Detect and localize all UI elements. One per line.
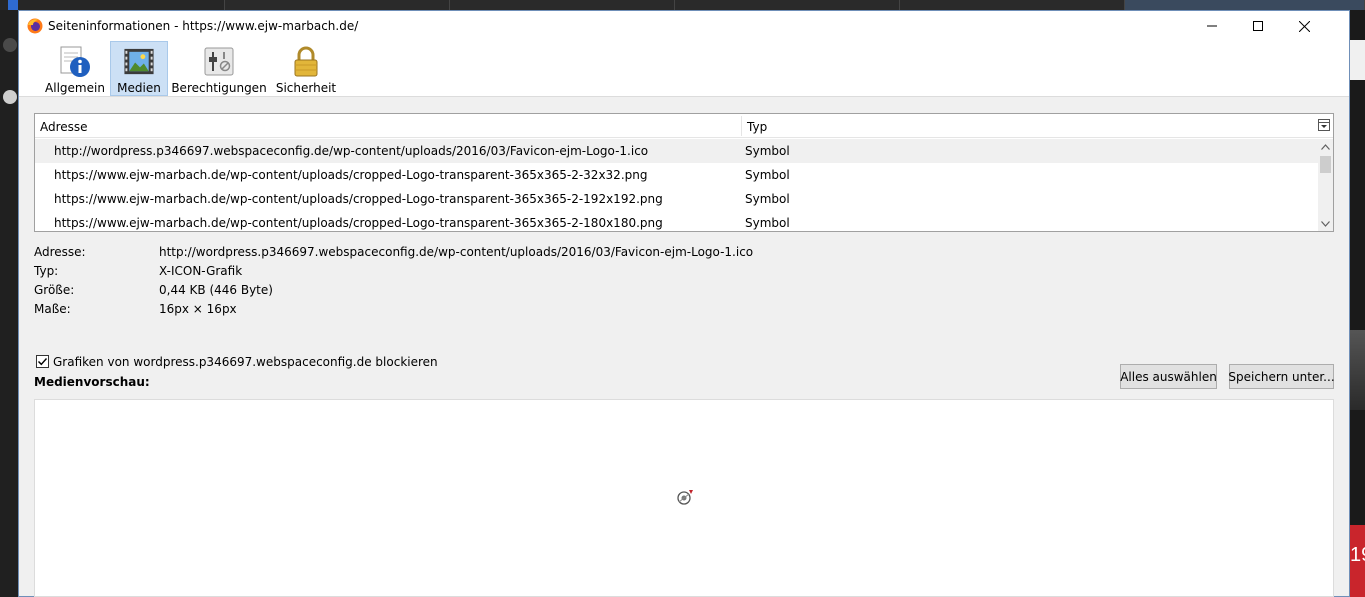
row-type: Symbol	[745, 192, 790, 206]
detail-dimensions-value: 16px × 16px	[159, 302, 237, 316]
chevron-up-icon	[1321, 143, 1330, 150]
row-address: https://www.ejw-marbach.de/wp-content/up…	[54, 168, 648, 182]
scroll-thumb[interactable]	[1320, 156, 1331, 173]
row-type: Symbol	[745, 216, 790, 230]
page-info-toolbar: Allgemein Medien Berechtigungen Sicherhe…	[19, 41, 1349, 97]
minimize-button[interactable]	[1189, 11, 1235, 41]
media-list-table[interactable]: Adresse Typ http://wordpress.p346697.web…	[34, 113, 1334, 232]
column-picker-icon[interactable]	[1318, 119, 1330, 131]
scroll-up-button[interactable]	[1318, 139, 1333, 154]
column-header-address[interactable]: Adresse	[40, 120, 88, 134]
maximize-button[interactable]	[1235, 11, 1281, 41]
media-preview-area	[34, 399, 1334, 597]
row-type: Symbol	[745, 144, 790, 158]
table-row[interactable]: https://www.ejw-marbach.de/wp-content/up…	[35, 211, 1318, 231]
block-images-label[interactable]: Grafiken von wordpress.p346697.webspacec…	[53, 355, 438, 369]
background-left-strip	[0, 10, 18, 597]
detail-address-value: http://wordpress.p346697.webspaceconfig.…	[159, 245, 754, 259]
select-all-button[interactable]: Alles auswählen	[1120, 364, 1217, 389]
minimize-icon	[1207, 25, 1217, 27]
table-header: Adresse Typ	[35, 114, 1333, 138]
detail-size: Größe: 0,44 KB (446 Byte)	[34, 283, 273, 297]
lock-icon	[294, 46, 318, 77]
title-bar[interactable]: Seiteninformationen - https://www.ejw-ma…	[19, 11, 1349, 41]
tab-media[interactable]: Medien	[110, 41, 168, 96]
row-address: https://www.ejw-marbach.de/wp-content/up…	[54, 192, 663, 206]
background-taskbar-strip	[0, 0, 1365, 10]
page-info-dialog: Seiteninformationen - https://www.ejw-ma…	[18, 10, 1350, 597]
block-images-checkbox[interactable]	[36, 355, 49, 368]
media-preview-label: Medienvorschau:	[34, 375, 150, 389]
info-icon	[60, 46, 90, 77]
detail-dimensions: Maße: 16px × 16px	[34, 302, 237, 316]
table-row[interactable]: https://www.ejw-marbach.de/wp-content/up…	[35, 187, 1318, 211]
window-title: Seiteninformationen - https://www.ejw-ma…	[48, 19, 359, 33]
table-row[interactable]: https://www.ejw-marbach.de/wp-content/up…	[35, 163, 1318, 187]
save-as-button[interactable]: Speichern unter...	[1228, 364, 1335, 389]
tab-general[interactable]: Allgemein	[43, 41, 107, 96]
tab-media-label: Medien	[117, 81, 161, 95]
detail-type-value: X-ICON-Grafik	[159, 264, 243, 278]
tab-security[interactable]: Sicherheit	[274, 41, 338, 96]
chevron-down-icon	[1321, 220, 1330, 227]
background-right-strip: 19	[1350, 10, 1365, 597]
row-address: https://www.ejw-marbach.de/wp-content/up…	[54, 216, 663, 230]
close-button[interactable]	[1281, 11, 1327, 41]
detail-type: Typ: X-ICON-Grafik	[34, 264, 243, 278]
tab-security-label: Sicherheit	[275, 81, 337, 95]
table-row[interactable]: http://wordpress.p346697.webspaceconfig.…	[35, 139, 1318, 163]
close-icon	[1298, 20, 1310, 32]
tab-permissions[interactable]: Berechtigungen	[171, 41, 267, 96]
firefox-icon	[27, 18, 43, 34]
background-red-badge: 19	[1350, 525, 1365, 597]
table-body: http://wordpress.p346697.webspaceconfig.…	[35, 139, 1318, 231]
detail-size-value: 0,44 KB (446 Byte)	[159, 283, 273, 297]
tab-permissions-label: Berechtigungen	[171, 81, 267, 95]
column-header-type[interactable]: Typ	[747, 120, 767, 134]
row-address: http://wordpress.p346697.webspaceconfig.…	[54, 144, 649, 158]
scroll-down-button[interactable]	[1318, 216, 1333, 231]
media-film-icon	[124, 48, 154, 75]
favicon-preview-image	[677, 490, 693, 505]
row-type: Symbol	[745, 168, 790, 182]
tab-general-label: Allgemein	[45, 81, 105, 95]
checkmark-icon	[38, 358, 48, 366]
table-scrollbar[interactable]	[1318, 139, 1333, 231]
maximize-icon	[1253, 21, 1263, 31]
permissions-icon	[204, 47, 234, 76]
detail-address: Adresse: http://wordpress.p346697.webspa…	[34, 245, 754, 259]
